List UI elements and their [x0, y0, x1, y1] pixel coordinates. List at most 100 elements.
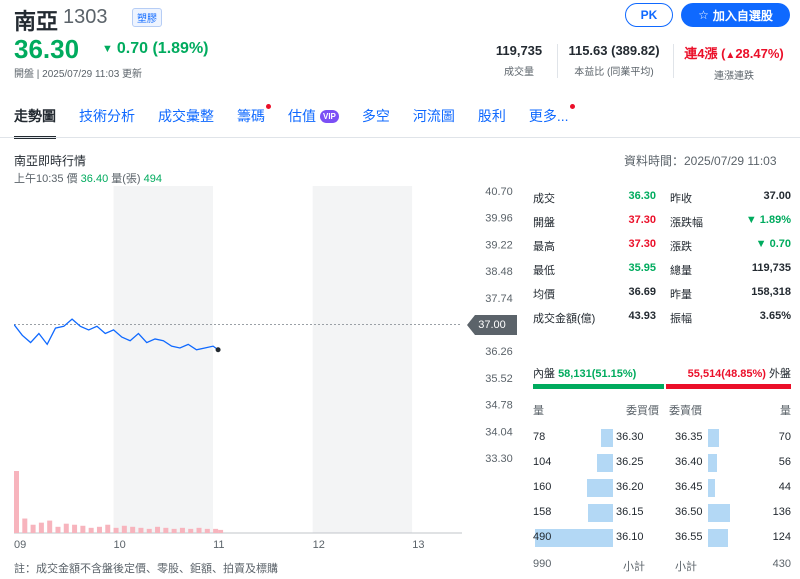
streak-prefix: 連4漲 — [684, 46, 718, 61]
data-time: 資料時間：2025/07/29 11:03 — [624, 154, 777, 168]
inside-value: 58,131(51.15%) — [558, 368, 637, 380]
quote-label: 最低 — [533, 265, 555, 277]
quote-label: 均價 — [533, 289, 555, 301]
y-tick-label: 40.70 — [485, 186, 513, 198]
volume-bar — [121, 525, 127, 533]
quote-cell: 成交金額(億) 43.93 — [533, 310, 662, 326]
quote-label: 振幅 — [670, 313, 692, 325]
ask-price-header: 委賣價 — [669, 405, 702, 417]
up-arrow-icon: ▲ — [725, 50, 736, 61]
tab-river[interactable]: 河流圖 — [413, 104, 455, 128]
tab-dividend[interactable]: 股利 — [478, 104, 506, 128]
add-watchlist-button[interactable]: ☆ 加入自選股 — [681, 3, 790, 27]
ask-qty: 56 — [778, 456, 791, 468]
order-book-row: 104 36.25 36.40 56 — [533, 452, 791, 474]
inside-volume: 內盤 58,131(51.15%) — [533, 365, 636, 381]
y-tick-label: 33.30 — [485, 453, 513, 465]
tab-trades[interactable]: 成交彙整 — [158, 104, 214, 128]
quote-value: 37.30 — [628, 238, 656, 250]
quote-cell: 最高 37.30 — [533, 238, 662, 254]
volume-bar — [171, 528, 177, 533]
bid-qty: 160 — [533, 481, 552, 493]
quote-value: 158,318 — [751, 286, 791, 298]
volume-bar — [179, 527, 185, 533]
star-icon: ☆ — [698, 8, 709, 22]
section-title: 南亞即時行情 — [14, 154, 87, 168]
quote-value: 36.30 — [628, 190, 656, 202]
quote-row: 成交 36.30 昨收 37.00 — [533, 186, 791, 210]
ask-price: 36.40 — [675, 456, 703, 468]
hover-price-label: 價 — [66, 173, 78, 185]
quote-row: 成交金額(億) 43.93 振幅 3.65% — [533, 306, 791, 330]
order-book-row: 78 36.30 36.35 70 — [533, 427, 791, 449]
x-tick-label: 12 — [313, 539, 325, 551]
quote-row: 均價 36.69 昨量 158,318 — [533, 282, 791, 306]
stat-streak-label: 連漲連跌 — [714, 71, 754, 82]
ask-price: 36.45 — [675, 481, 703, 493]
hover-time: 上午10:35 — [14, 173, 64, 185]
hover-quote: 上午10:35 價 36.40 量(張) 494 — [14, 170, 162, 186]
quote-cell: 成交 36.30 — [533, 190, 662, 206]
volume-bar — [14, 471, 19, 533]
volume-bar — [47, 520, 53, 533]
volume-bar — [138, 527, 144, 533]
ask-price: 36.55 — [675, 531, 703, 543]
footnote: 註：成交金額不含盤後定價、零股、鉅額、拍賣及標購 — [14, 563, 278, 575]
volume-bar — [30, 524, 36, 533]
stat-streak: 連4漲 (▲28.47%) 連漲連跌 — [677, 43, 791, 82]
tab-chips[interactable]: 籌碼 — [237, 104, 271, 128]
hover-price: 36.40 — [80, 173, 109, 185]
bid-price: 36.15 — [616, 506, 644, 518]
vip-badge: VIP — [320, 109, 339, 123]
current-price: 36.30 — [14, 34, 80, 64]
tab-technical[interactable]: 技術分析 — [79, 104, 135, 128]
outside-value: 55,514(48.85%) — [687, 368, 766, 380]
price-change-value: 0.70 (1.89%) — [116, 40, 209, 57]
order-book-row: 160 36.20 36.45 44 — [533, 477, 791, 499]
tab-trend[interactable]: 走勢圖 — [14, 104, 56, 139]
intraday-chart[interactable]: 40.70 39.96 39.22 38.48 37.74 36.26 35.52 34.78… — [14, 186, 524, 558]
quote-value: 43.93 — [628, 310, 656, 322]
quote-label: 漲跌幅 — [670, 217, 703, 229]
outside-volume: 55,514(48.85%) 外盤 — [688, 365, 791, 381]
add-watchlist-label: 加入自選股 — [712, 8, 773, 23]
quote-cell: 昨量 158,318 — [662, 286, 791, 302]
quote-row: 最低 35.95 總量 119,735 — [533, 258, 791, 282]
ask-price: 36.35 — [675, 431, 703, 443]
y-tick-label: 34.04 — [485, 426, 513, 438]
stat-pe: 115.63 (389.82) 本益比 (同業平均) — [559, 43, 669, 78]
quote-cell: 昨收 37.00 — [662, 190, 791, 206]
quote-label: 開盤 — [533, 217, 555, 229]
inside-label: 內盤 — [533, 368, 555, 380]
bid-qty: 104 — [533, 456, 552, 468]
tab-long-short[interactable]: 多空 — [362, 104, 390, 128]
y-tick-label: 39.96 — [485, 213, 513, 225]
category-badge[interactable]: 塑膠 — [132, 8, 162, 27]
stock-name: 南亞 — [14, 9, 59, 34]
ask-qty-header: 量 — [780, 405, 791, 417]
last-price-point — [215, 347, 221, 353]
y-tick-label: 39.22 — [485, 239, 513, 251]
pk-button[interactable]: PK — [625, 3, 673, 27]
ask-qty: 44 — [778, 481, 791, 493]
outside-bar — [665, 384, 791, 389]
quote-value: ▼ 0.70 — [755, 238, 791, 250]
bid-price: 36.20 — [616, 481, 644, 493]
ask-total: 430 — [772, 558, 791, 570]
tab-chips-label: 籌碼 — [237, 108, 265, 124]
volume-bar — [213, 528, 219, 533]
tab-more-label: 更多... — [528, 108, 569, 124]
tabs-divider — [0, 137, 800, 138]
bid-price-header: 委買價 — [626, 405, 659, 417]
y-tick-label: 38.48 — [485, 266, 513, 278]
tab-more[interactable]: 更多... — [528, 104, 575, 128]
down-arrow-icon: ▼ — [102, 43, 113, 55]
volume-bar — [113, 527, 119, 533]
ask-depth-bar — [708, 504, 730, 522]
order-book-row: 158 36.15 36.50 136 — [533, 502, 791, 524]
quote-cell: 漲跌 ▼ 0.70 — [662, 238, 791, 254]
tab-valuation[interactable]: 估值 VIP — [288, 104, 339, 128]
volume-bar — [130, 526, 136, 533]
bid-depth-bar — [588, 504, 613, 522]
bid-qty-header: 量 — [533, 405, 544, 417]
